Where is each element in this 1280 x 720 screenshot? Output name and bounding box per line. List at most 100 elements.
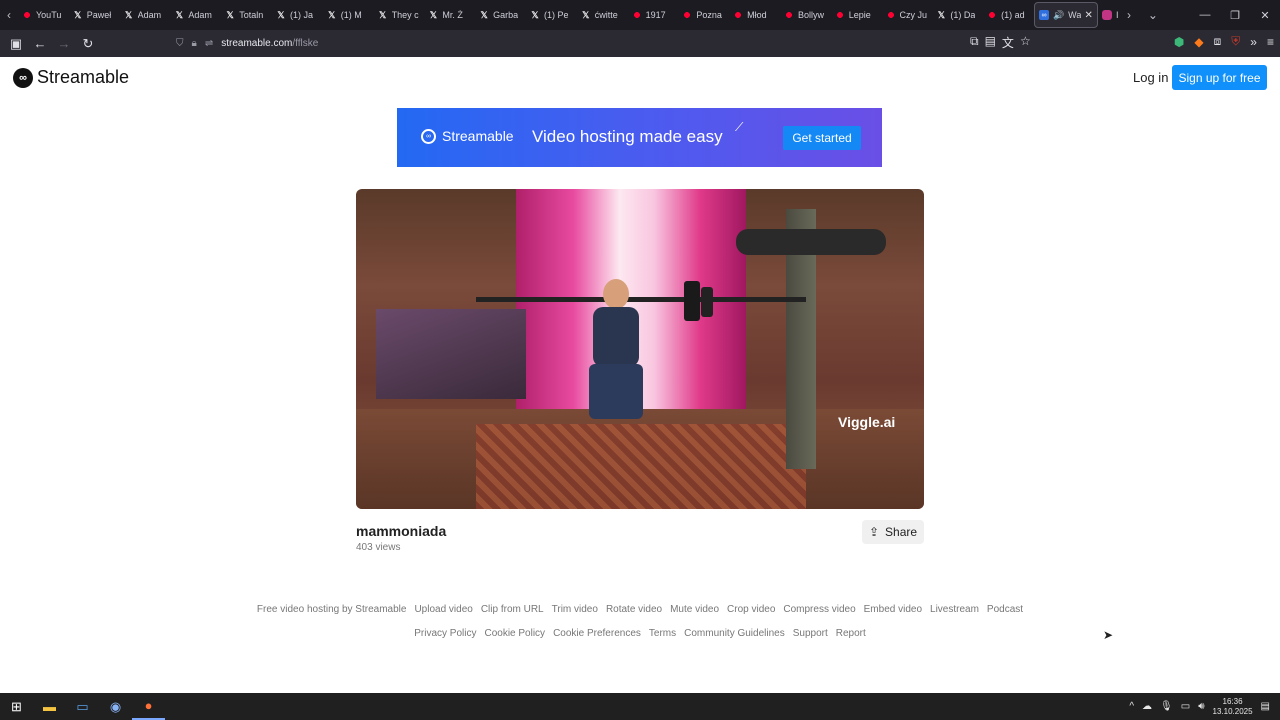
tab-list-icon[interactable]: ⌄ (1144, 0, 1162, 30)
footer-link[interactable]: Privacy Policy (414, 628, 476, 639)
footer-link[interactable]: Community Guidelines (684, 628, 785, 639)
tab-item[interactable]: Lepie (831, 2, 882, 28)
reload-icon[interactable]: ↻ (76, 32, 100, 56)
sidebar-toggle-icon[interactable]: ▣ (4, 32, 28, 56)
minimize-icon[interactable]: — (1190, 9, 1220, 21)
notifications-icon[interactable]: ▤ (1261, 701, 1270, 712)
window-controls: — ❐ ✕ (1190, 0, 1280, 30)
microphone-icon[interactable]: 🎙︎ (1160, 701, 1173, 712)
translate-icon[interactable]: 文 (1002, 34, 1014, 51)
get-started-button[interactable]: Get started (783, 126, 861, 150)
footer-link[interactable]: Free video hosting by Streamable (257, 604, 407, 615)
shield-icon[interactable]: ⛉ (176, 38, 184, 49)
tab-item[interactable]: Pozna (678, 2, 729, 28)
cloud-icon[interactable]: ☁ (1142, 701, 1152, 712)
x-icon: 𝕏 (480, 9, 488, 20)
video-watermark: Viggle.ai (838, 414, 896, 430)
footer-link[interactable]: Crop video (727, 604, 775, 615)
tab-item[interactable]: Bollyw (780, 2, 831, 28)
tab-item[interactable]: 𝕏 Adam (120, 2, 171, 28)
tab-item[interactable]: 𝕏ćwitte (577, 2, 628, 28)
tray-overflow-icon[interactable]: ^ (1129, 701, 1134, 712)
url-bar[interactable]: ⛉ 🔒︎ ⇌ streamable.com/fflske (176, 32, 1056, 55)
tab-item[interactable]: 𝕏 (1) Da (932, 2, 983, 28)
tab-active[interactable]: ∞ 🔊 Wa ✕ (1033, 2, 1098, 28)
tab-item[interactable]: 𝕏 (1) Ja (272, 2, 323, 28)
footer-link[interactable]: Embed video (864, 604, 922, 615)
tab-next[interactable]: I (1098, 2, 1120, 28)
network-icon[interactable]: ▭ (1181, 701, 1190, 712)
youtube-icon (631, 10, 642, 20)
footer-link[interactable]: Podcast (987, 604, 1023, 615)
tab-label: (1) M (340, 10, 362, 20)
windows-start-icon[interactable]: ⊞ (0, 693, 33, 720)
close-window-icon[interactable]: ✕ (1250, 9, 1280, 22)
tab-item[interactable]: YouTu (18, 2, 69, 28)
login-link[interactable]: Log in (1133, 70, 1168, 85)
footer-link[interactable]: Report (836, 628, 866, 639)
tab-scroll-right-icon[interactable]: › (1120, 0, 1138, 30)
footer-link[interactable]: Cookie Preferences (553, 628, 641, 639)
x-icon: 𝕏 (328, 9, 336, 20)
rug (476, 424, 806, 509)
browser-nav-bar: ▣ ← → ↻ ⛉ 🔒︎ ⇌ streamable.com/fflske ⧉ ▤… (0, 30, 1280, 57)
remote-desktop-icon[interactable]: ▭ (66, 693, 99, 720)
overflow-menu-icon[interactable]: » (1250, 35, 1257, 49)
firefox-icon[interactable]: ● (132, 693, 165, 720)
extensions-icon[interactable]: ⧈ (1214, 34, 1222, 49)
tab-item[interactable]: 𝕏 (1) Pe (526, 2, 577, 28)
reader-view-icon[interactable]: ▤ (985, 34, 996, 51)
site-logo[interactable]: ∞ Streamable (13, 67, 129, 88)
footer-link[interactable]: Upload video (414, 604, 472, 615)
steam-icon[interactable]: ◉ (99, 693, 132, 720)
fox-extension-icon[interactable]: ◆ (1194, 35, 1203, 49)
hamburger-menu-icon[interactable]: ≡ (1267, 35, 1274, 49)
speaker-icon[interactable]: 🔊 (1053, 10, 1064, 21)
tab-item[interactable]: 𝕏 Totaln (221, 2, 272, 28)
bookmark-star-icon[interactable]: ☆ (1020, 34, 1031, 51)
footer-link[interactable]: Cookie Policy (484, 628, 545, 639)
share-button[interactable]: ⇪ Share (862, 520, 924, 544)
tab-label: Totaln (239, 10, 264, 20)
tab-label: Bollyw (797, 10, 824, 20)
footer-link[interactable]: Trim video (552, 604, 598, 615)
restore-icon[interactable]: ❐ (1220, 9, 1250, 22)
footer-link[interactable]: Clip from URL (481, 604, 544, 615)
back-icon[interactable]: ← (28, 32, 52, 56)
picture-in-picture-icon[interactable]: ⧉ (970, 34, 979, 51)
clock[interactable]: 16:36 13.10.2025 (1213, 697, 1253, 717)
lock-icon[interactable]: 🔒︎ (192, 38, 197, 49)
youtube-icon (22, 10, 32, 20)
video-player[interactable]: Viggle.ai (356, 189, 924, 509)
close-tab-icon[interactable]: ✕ (1085, 10, 1093, 21)
footer-link[interactable]: Support (793, 628, 828, 639)
tab-label: Młod (747, 10, 767, 20)
footer-link[interactable]: Rotate video (606, 604, 662, 615)
ad-banner[interactable]: ∞ Streamable Video hosting made easy ⟋ G… (397, 108, 882, 167)
tab-item[interactable]: 𝕏 Paweł (69, 2, 120, 28)
footer-link[interactable]: Compress video (783, 604, 855, 615)
tab-item[interactable]: Czy Ju (882, 2, 933, 28)
youtube-icon (682, 10, 693, 20)
ublock-icon[interactable]: ⛨ (1231, 34, 1240, 49)
forward-icon[interactable]: → (52, 32, 76, 56)
weight-plate (684, 281, 700, 321)
tab-item[interactable]: 𝕏 Mr. Ż (424, 2, 475, 28)
tab-item[interactable]: 𝕏 Garba (475, 2, 526, 28)
tab-label: Mr. Ż (442, 10, 463, 20)
tab-item[interactable]: (1) ad (983, 2, 1034, 28)
tab-item[interactable]: 𝕏 Adam (170, 2, 221, 28)
tab-item[interactable]: 1917 (628, 2, 679, 28)
vpn-extension-icon[interactable]: ⬢ (1174, 35, 1184, 49)
footer-link[interactable]: Mute video (670, 604, 719, 615)
tab-item[interactable]: 𝕏 (1) M (323, 2, 374, 28)
volume-icon[interactable]: 🔊︎ (1198, 701, 1204, 712)
permissions-icon[interactable]: ⇌ (205, 38, 213, 49)
footer-link[interactable]: Livestream (930, 604, 979, 615)
tab-scroll-left-icon[interactable]: ‹ (0, 0, 18, 30)
file-explorer-icon[interactable]: ▬ (33, 693, 66, 720)
footer-link[interactable]: Terms (649, 628, 676, 639)
tab-item[interactable]: 𝕏 They c (374, 2, 425, 28)
signup-button[interactable]: Sign up for free (1172, 65, 1267, 90)
tab-item[interactable]: Młod (729, 2, 780, 28)
